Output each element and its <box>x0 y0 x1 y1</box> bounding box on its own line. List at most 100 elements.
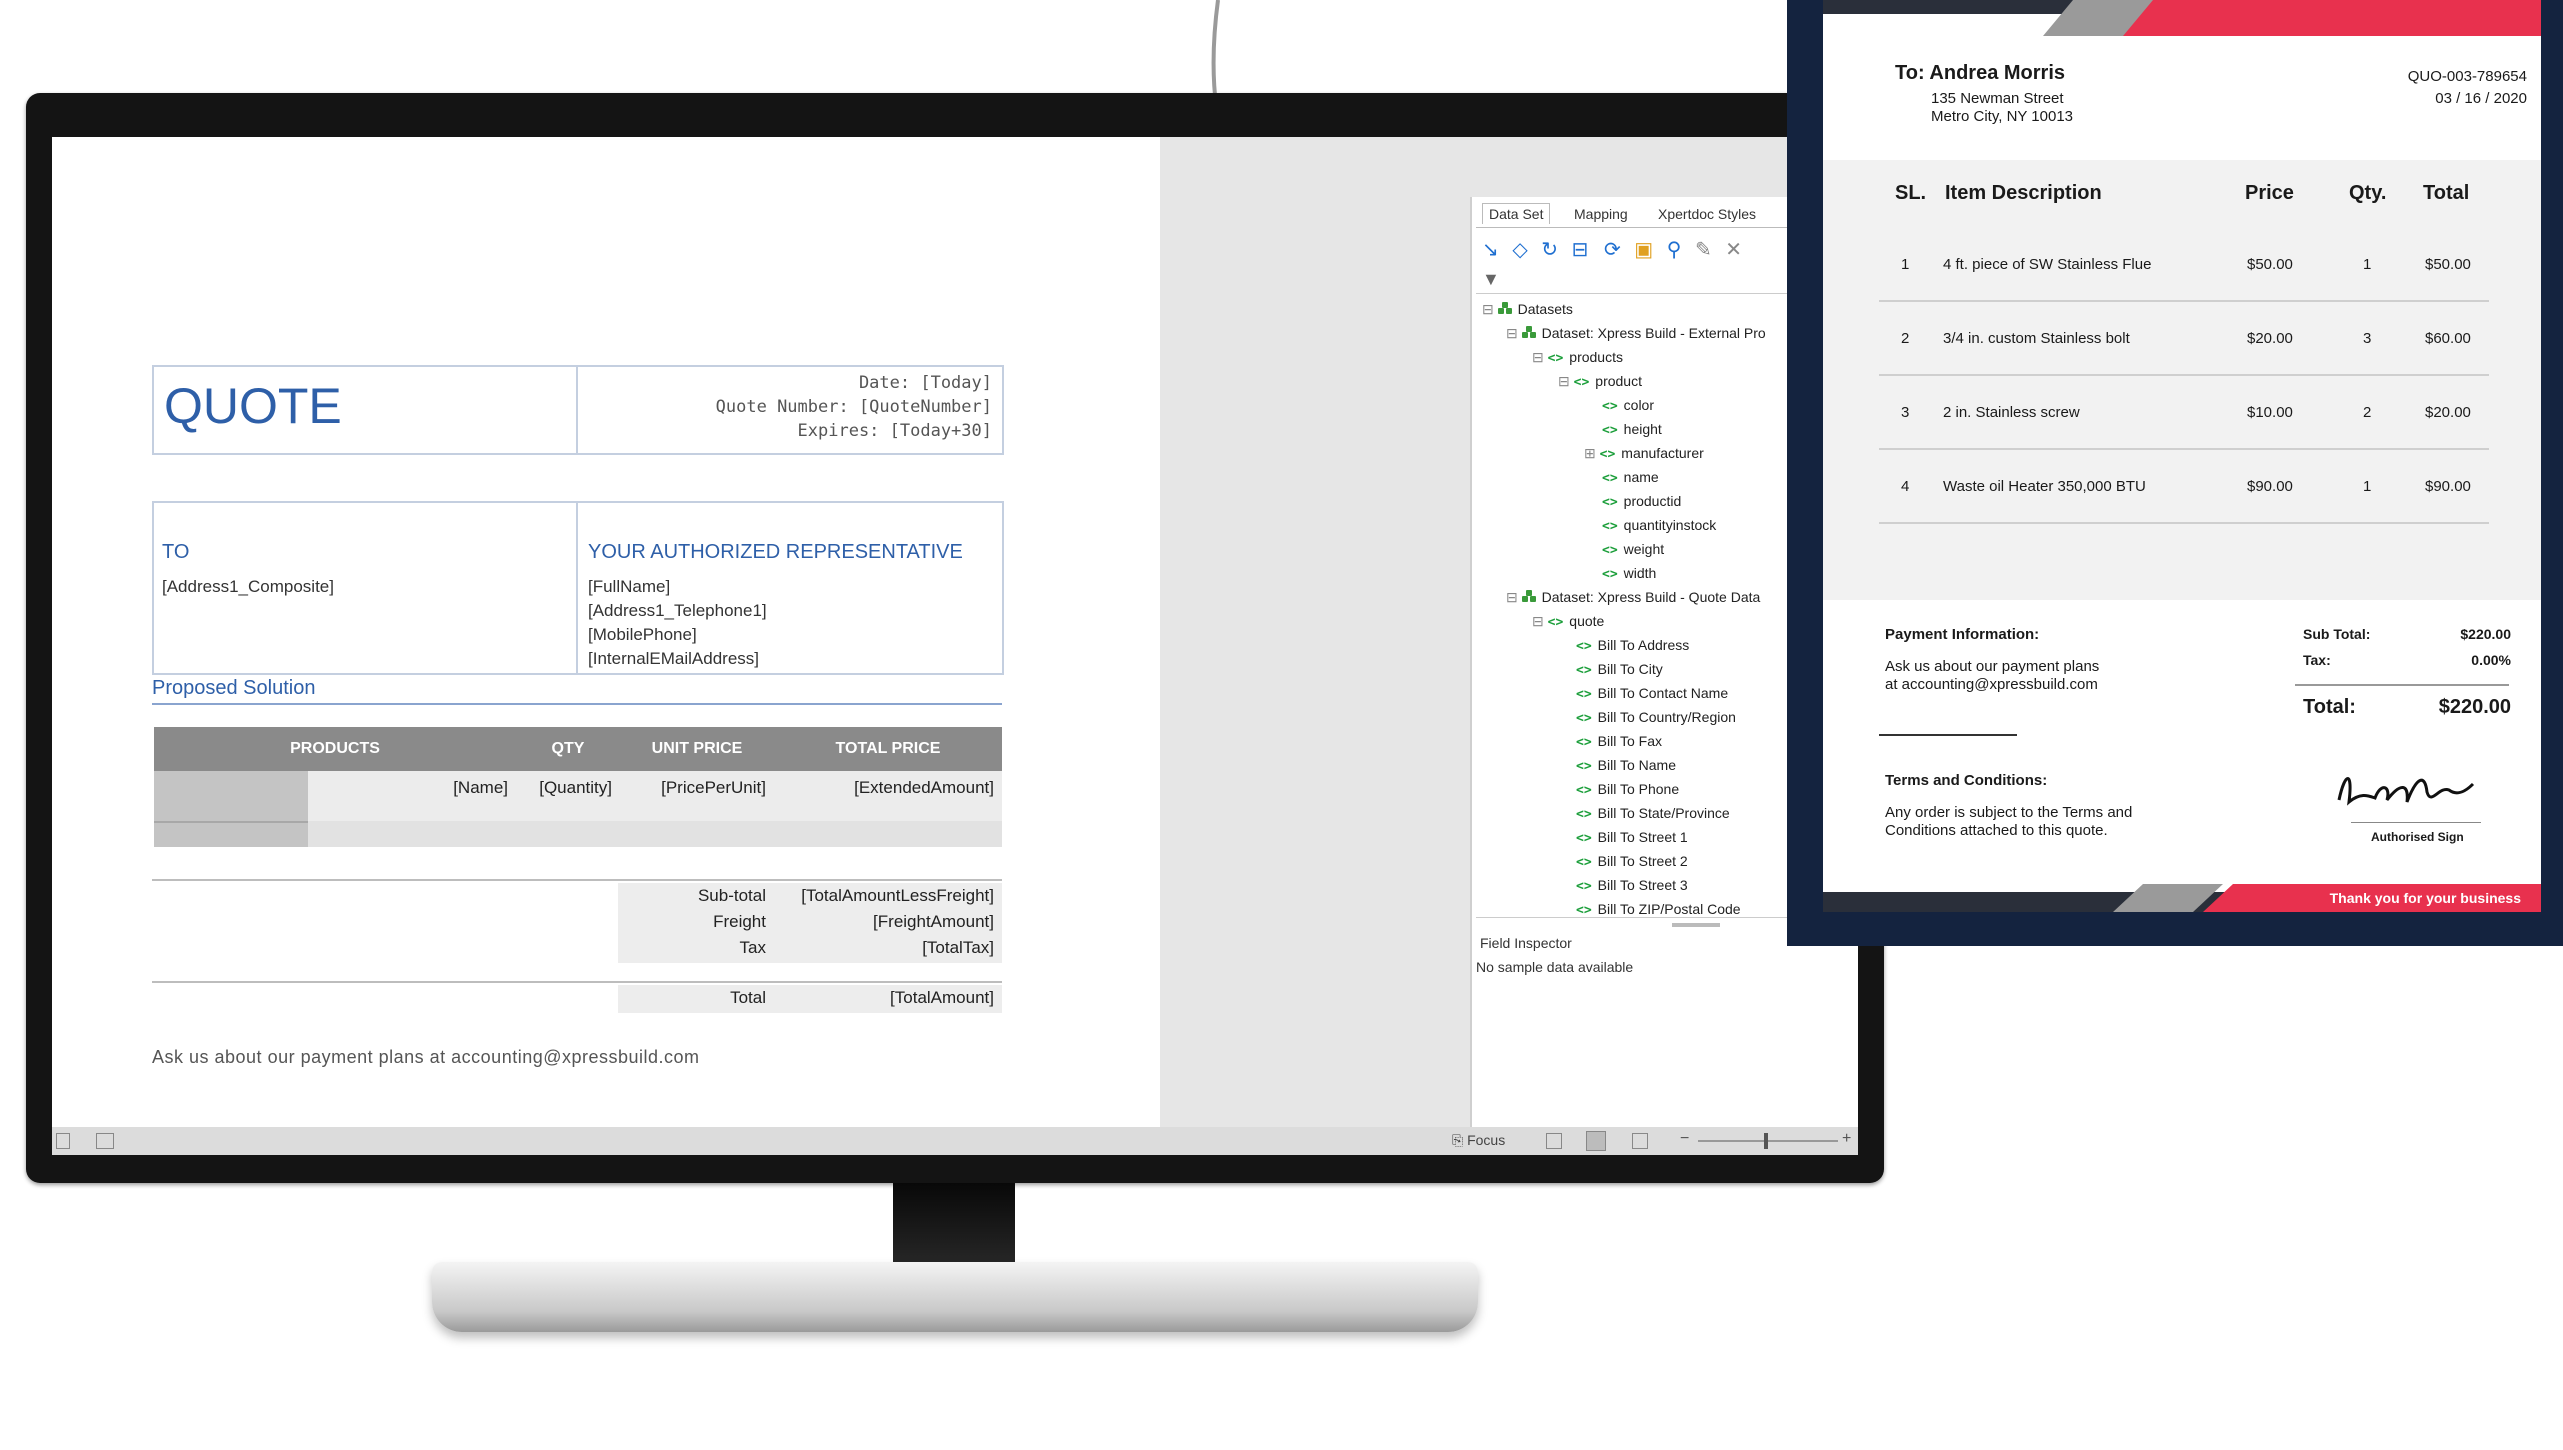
tree-item-quote-field[interactable]: <> Bill To Phone <box>1576 781 1679 798</box>
section-title: Proposed Solution <box>152 677 316 699</box>
header-price: Price <box>2245 182 2294 204</box>
layout-icon <box>96 1133 114 1149</box>
tree-item-field[interactable]: <> width <box>1602 565 1656 582</box>
quote-header-box: QUOTE Date: [Today] Quote Number: [Quote… <box>152 365 1004 455</box>
tree-item-field[interactable]: <> name <box>1602 469 1659 486</box>
tab-data-set[interactable]: Data Set <box>1482 203 1551 224</box>
focus-icon: ⎘ <box>1452 1132 1464 1148</box>
element-icon: <> <box>1602 567 1618 582</box>
tree-item-dataset-external[interactable]: ⊟ Dataset: Xpress Build - External Pro <box>1506 325 1766 342</box>
rep-email: [InternalEMailAddress] <box>588 649 760 668</box>
sign-label: Authorised Sign <box>2371 830 2464 844</box>
tree-item-field[interactable]: ⊞ <> manufacturer <box>1584 445 1704 462</box>
tab-xpertdoc-styles[interactable]: Xpertdoc Styles <box>1652 203 1762 225</box>
close-icon[interactable]: ✕ <box>1725 239 1742 261</box>
header-total: Total <box>2423 182 2470 204</box>
tree-item-quote-field[interactable]: <> Bill To Name <box>1576 757 1676 774</box>
element-icon: <> <box>1602 399 1618 414</box>
tree-item-quote-field[interactable]: <> Bill To State/Province <box>1576 805 1730 822</box>
search-icon[interactable]: ⚲ <box>1667 239 1682 261</box>
tree-item-products[interactable]: ⊟ <> products <box>1532 349 1623 366</box>
header-sl: SL. <box>1895 182 1927 204</box>
item-description: Waste oil Heater 350,000 BTU <box>1943 478 2146 495</box>
tree-item-field[interactable]: <> productid <box>1602 493 1681 510</box>
read-mode-icon[interactable] <box>1546 1133 1562 1149</box>
element-icon: <> <box>1576 855 1592 870</box>
invoice-card: To: Andrea Morris 135 Newman Street Metr… <box>1823 0 2541 912</box>
thanks-text: Thank you for your business <box>2329 890 2521 906</box>
tab-mapping[interactable]: Mapping <box>1568 203 1634 225</box>
invoice-address-1: 135 Newman Street <box>1931 90 2064 107</box>
tree-item-product[interactable]: ⊟ <> product <box>1558 373 1642 390</box>
field-inspector-title: Field Inspector <box>1480 935 1572 951</box>
tree-item-quote-field[interactable]: <> Bill To Address <box>1576 637 1689 654</box>
monitor: QUOTE Date: [Today] Quote Number: [Quote… <box>26 93 1884 1183</box>
print-layout-icon[interactable] <box>1586 1131 1606 1151</box>
tree-item-quote-field[interactable]: <> Bill To Country/Region <box>1576 709 1736 726</box>
tree-item-datasets[interactable]: ⊟ Datasets <box>1482 301 1573 318</box>
element-icon: <> <box>1576 783 1592 798</box>
tree-item-quote-field[interactable]: <> Bill To Street 3 <box>1576 877 1688 894</box>
header-qty: Qty. <box>2349 182 2387 204</box>
dataset-icon <box>1521 326 1536 338</box>
element-icon: <> <box>1576 879 1592 894</box>
diamond-icon[interactable]: ◇ <box>1512 239 1527 261</box>
element-icon: <> <box>1547 615 1564 630</box>
tree-item-quote-field[interactable]: <> Bill To Street 1 <box>1576 829 1688 846</box>
branch-icon[interactable]: ⟳ <box>1604 239 1621 261</box>
element-icon: <> <box>1576 663 1592 678</box>
item-sl: 1 <box>1901 256 1910 273</box>
rep-telephone: [Address1_Telephone1] <box>588 601 767 620</box>
item-total: $20.00 <box>2425 404 2471 421</box>
panel-splitter[interactable] <box>1672 923 1720 927</box>
zoom-slider[interactable] <box>1698 1140 1838 1142</box>
grid-icon[interactable]: ⊟ <box>1572 239 1589 261</box>
row-name: [Name] <box>453 778 508 797</box>
tree-item-quote-field[interactable]: <> Bill To Fax <box>1576 733 1662 750</box>
web-layout-icon[interactable] <box>1632 1133 1648 1149</box>
zoom-out-button[interactable]: − <box>1680 1130 1689 1148</box>
refresh-icon[interactable]: ↻ <box>1541 239 1558 261</box>
quote-document-page: QUOTE Date: [Today] Quote Number: [Quote… <box>52 137 1160 1127</box>
tree-item-dataset-quote[interactable]: ⊟ Dataset: Xpress Build - Quote Data <box>1506 589 1760 606</box>
col-total-price: TOTAL PRICE <box>774 727 1002 771</box>
tree-item-quote-field[interactable]: <> Bill To City <box>1576 661 1663 678</box>
total-divider <box>2295 684 2509 686</box>
zoom-in-button[interactable]: + <box>1842 1130 1851 1148</box>
tree-item-quote-field[interactable]: <> Bill To Contact Name <box>1576 685 1728 702</box>
signature <box>2337 777 2475 806</box>
edit-icon[interactable]: ✎ <box>1695 239 1712 261</box>
rep-label: YOUR AUTHORIZED REPRESENTATIVE <box>588 541 963 563</box>
section-divider <box>1879 734 2017 736</box>
element-icon: <> <box>1576 831 1592 846</box>
tree-item-field[interactable]: <> height <box>1602 421 1662 438</box>
subtotal-value: $220.00 <box>2460 626 2511 642</box>
header-description: Item Description <box>1945 182 2102 204</box>
dataset-icon <box>1521 590 1536 602</box>
tree-item-quote-field[interactable]: <> Bill To ZIP/Postal Code <box>1576 901 1741 917</box>
item-total: $60.00 <box>2425 330 2471 347</box>
element-icon: <> <box>1576 711 1592 726</box>
col-products: PRODUCTS <box>154 727 516 771</box>
zoom-slider-thumb[interactable] <box>1764 1133 1768 1149</box>
tree-item-field[interactable]: <> color <box>1602 397 1654 414</box>
tree-item-field[interactable]: <> weight <box>1602 541 1664 558</box>
tree-item-field[interactable]: <> quantityinstock <box>1602 517 1716 534</box>
tree-item-quote[interactable]: ⊟ <> quote <box>1532 613 1604 630</box>
payment-text-2: at accounting@xpressbuild.com <box>1885 676 2098 693</box>
item-price: $20.00 <box>2247 330 2293 347</box>
arrow-icon[interactable]: ↘ <box>1482 239 1499 261</box>
tree-item-quote-field[interactable]: <> Bill To Street 2 <box>1576 853 1688 870</box>
total-value: [TotalAmount] <box>890 988 994 1007</box>
tax-value: [TotalTax] <box>922 938 994 957</box>
filter-icon[interactable]: ▼ <box>1482 269 1500 290</box>
tax-value: 0.00% <box>2471 652 2511 668</box>
quote-title: QUOTE <box>164 378 342 434</box>
status-bar: ⎘ Focus − + <box>52 1127 1858 1155</box>
folder-icon[interactable]: ▣ <box>1634 239 1653 261</box>
monitor-stand-base <box>432 1262 1478 1332</box>
focus-button[interactable]: ⎘ Focus <box>1452 1132 1505 1149</box>
total-label: Total <box>730 988 766 1007</box>
row-divider <box>1879 300 2489 302</box>
payment-footer: Ask us about our payment plans at accoun… <box>152 1047 700 1067</box>
